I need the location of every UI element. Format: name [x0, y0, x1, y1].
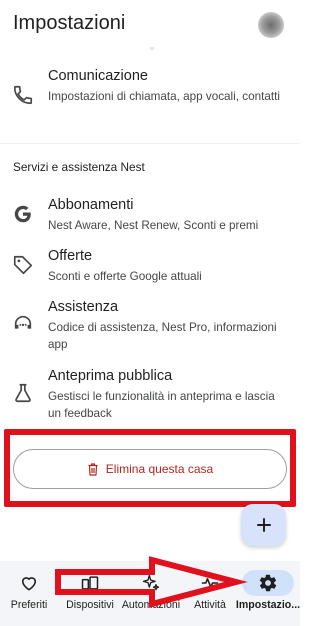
phone-icon	[12, 84, 34, 106]
row-subtitle: Codice di assistenza, Nest Pro, informaz…	[48, 321, 277, 351]
heart-icon	[21, 577, 37, 591]
section-header: Servizi e assistenza Nest	[13, 160, 145, 174]
sparkle-icon	[142, 574, 160, 591]
nav-settings[interactable]: Impostazio...	[235, 561, 301, 626]
divider	[150, 47, 154, 50]
row-subtitle: Gestisci le funzionalità in anteprima e …	[48, 390, 275, 420]
row-subtitle: Impostazioni di chiamata, app vocali, co…	[48, 90, 280, 103]
app-header: Impostazioni	[0, 0, 300, 52]
bottom-navigation: Preferiti Dispositivi Automazioni Attivi…	[0, 561, 300, 626]
row-title: Anteprima pubblica	[48, 368, 173, 384]
settings-row-public-preview[interactable]: Anteprima pubblica Gestisci le funzional…	[0, 366, 300, 428]
annotation-highlight-box	[4, 429, 296, 507]
nav-favorites[interactable]: Preferiti	[5, 561, 53, 626]
row-title: Comunicazione	[48, 68, 148, 84]
row-title: Offerte	[48, 248, 93, 264]
devices-icon	[81, 576, 99, 590]
page-title: Impostazioni	[13, 12, 126, 34]
google-g-icon	[12, 203, 34, 225]
divider	[0, 143, 300, 144]
gear-icon	[259, 574, 277, 592]
nav-devices[interactable]: Dispositivi	[61, 561, 119, 626]
settings-row-support[interactable]: Assistenza Codice di assistenza, Nest Pr…	[0, 297, 300, 359]
nav-label: Impostazio...	[235, 599, 301, 611]
nav-automations[interactable]: Automazioni	[119, 561, 183, 626]
add-button[interactable]	[241, 504, 286, 546]
settings-row-subscriptions[interactable]: Abbonamenti Nest Aware, Nest Renew, Scon…	[0, 195, 300, 240]
plus-icon	[256, 518, 271, 532]
settings-row-communication[interactable]: Comunicazione Impostazioni di chiamata, …	[0, 66, 300, 128]
avatar[interactable]	[258, 12, 284, 38]
row-title: Assistenza	[48, 299, 119, 315]
nav-label: Attività	[194, 599, 226, 611]
support-icon	[12, 313, 34, 335]
row-title: Abbonamenti	[48, 197, 134, 213]
nav-label: Preferiti	[10, 599, 48, 611]
row-subtitle: Sconti e offerte Google attuali	[48, 270, 202, 283]
activity-icon	[201, 578, 219, 588]
nav-label: Dispositivi	[66, 599, 114, 611]
tag-icon	[12, 254, 34, 276]
flask-icon	[12, 382, 34, 404]
settings-row-offers[interactable]: Offerte Sconti e offerte Google attuali	[0, 246, 300, 291]
nav-activity[interactable]: Attività	[188, 561, 232, 626]
row-subtitle: Nest Aware, Nest Renew, Sconti e premi	[48, 219, 259, 232]
nav-label: Automazioni	[121, 599, 181, 611]
